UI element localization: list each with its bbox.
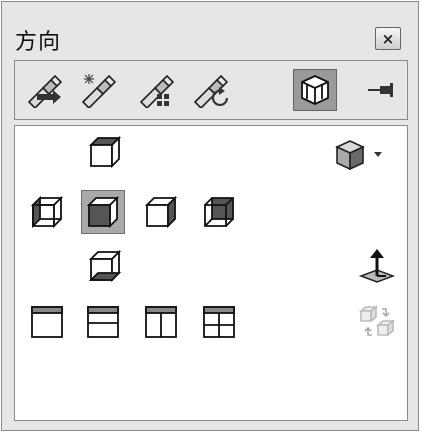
pin-button[interactable] [359,69,403,111]
normal-to-button[interactable] [355,244,399,288]
isometric-cube-dropdown-icon [335,140,382,171]
view-new-button[interactable] [77,69,121,111]
normal-to-arrow-icon [358,249,396,283]
left-view-button[interactable] [25,190,69,234]
view-reset-button[interactable] [189,69,233,111]
orientation-panel: 方向 × [1,1,419,431]
link-views-icon [358,305,396,337]
cube-front-face-icon [86,195,120,229]
flashlight-reset-icon [193,74,229,108]
toolbar [14,60,408,120]
flashlight-arrow-icon [27,74,63,108]
four-view-layout-button[interactable] [197,300,241,344]
link-views-button[interactable] [355,300,399,344]
view-cube-toggle-button[interactable] [293,69,337,111]
view-selector [14,125,408,421]
two-view-vertical-icon [145,306,177,338]
single-view-icon [31,306,63,338]
two-view-horizontal-icon [87,306,119,338]
pin-icon [368,83,393,97]
view-selection-button[interactable] [135,69,179,111]
panel-title: 方向 [15,30,62,55]
cube-left-face-icon [30,195,64,229]
flashlight-spark-icon [81,74,117,108]
close-button[interactable]: × [375,27,401,50]
cube-top-face-icon [88,135,122,169]
cube-3d-icon [301,75,329,105]
bottom-view-button[interactable] [83,244,127,288]
back-view-button[interactable] [197,190,241,234]
top-view-button[interactable] [83,130,127,174]
flashlight-grid-icon [139,74,175,108]
view-previous-button[interactable] [23,69,67,111]
cube-back-face-icon [204,197,234,227]
isometric-view-dropdown[interactable] [333,134,385,178]
two-view-horizontal-layout-button[interactable] [81,300,125,344]
front-view-button[interactable] [81,190,125,234]
cube-right-face-icon [144,195,178,229]
right-view-button[interactable] [139,190,183,234]
two-view-vertical-layout-button[interactable] [139,300,183,344]
single-view-layout-button[interactable] [25,300,69,344]
cube-bottom-face-icon [88,249,122,283]
four-view-icon [203,306,235,338]
